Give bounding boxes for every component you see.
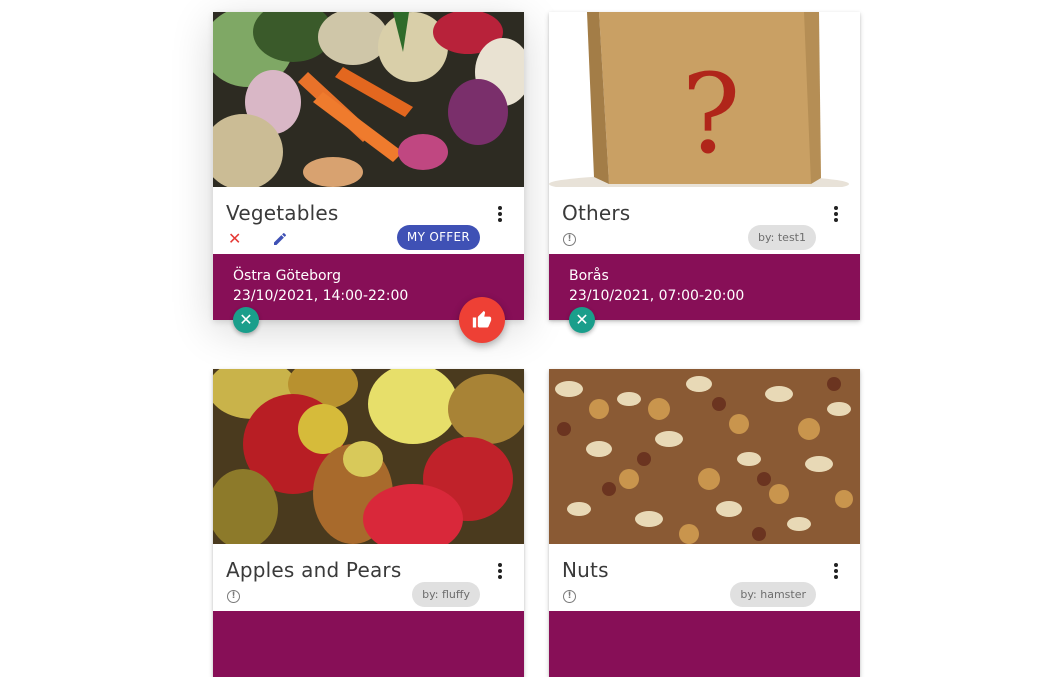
thumb-up-icon [472,310,492,328]
pickup-time: 23/10/2021, 14:00-22:00 [233,288,409,304]
vegetables-image [213,12,524,187]
cancel-button[interactable]: ✕ [233,307,259,333]
remove-offer-icon[interactable]: ✕ [228,231,241,247]
more-options-icon[interactable] [490,562,510,582]
close-icon: ✕ [239,310,253,329]
card-footer: Borås 23/10/2021, 07:00-20:00 [549,254,860,320]
card-footer [213,611,524,677]
mystery-box-image: ? [549,12,860,187]
nuts-image [549,369,860,544]
author-chip: by: hamster [730,582,816,607]
edit-icon[interactable] [272,231,288,247]
more-options-icon[interactable] [826,562,846,582]
pickup-time: 23/10/2021, 07:00-20:00 [569,288,745,304]
author-chip: by: test1 [747,225,816,250]
pickup-location: Borås [569,268,609,284]
more-options-icon[interactable] [490,205,510,225]
like-button[interactable] [459,297,505,343]
more-options-icon[interactable] [826,205,846,225]
my-offer-badge: MY OFFER [396,225,480,250]
info-icon[interactable]: ! [563,233,576,246]
cancel-button[interactable]: ✕ [569,307,595,333]
card-title: Nuts [562,558,609,582]
offer-card-apples-pears[interactable]: Apples and Pears ! by: fluffy [213,369,524,677]
info-icon[interactable]: ! [227,590,240,603]
author-chip: by: fluffy [412,582,480,607]
close-icon: ✕ [575,310,589,329]
apples-pears-image [213,369,524,544]
offer-card-others[interactable]: ? Others ! by: test1 Borås 23/10/2021, 0… [549,12,860,333]
card-title: Others [562,201,631,225]
card-title: Vegetables [226,201,339,225]
info-icon[interactable]: ! [563,590,576,603]
card-title: Apples and Pears [226,558,402,582]
svg-text:?: ? [682,50,741,178]
card-footer [549,611,860,677]
offer-card-vegetables[interactable]: Vegetables ✕ MY OFFER Östra Göteborg 23/… [213,12,524,343]
offer-card-nuts[interactable]: Nuts ! by: hamster [549,369,860,677]
pickup-location: Östra Göteborg [233,268,341,284]
